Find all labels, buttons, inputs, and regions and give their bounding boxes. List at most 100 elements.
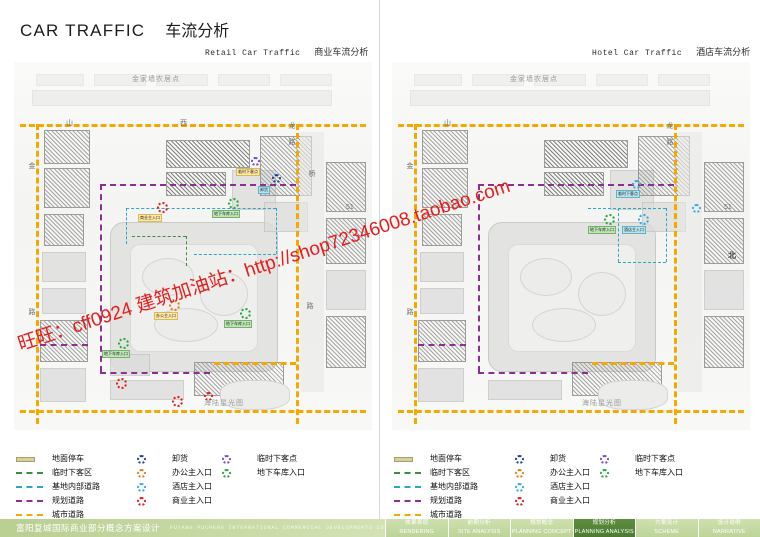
east-corridor [678, 132, 702, 392]
panel-divider [379, 0, 380, 520]
entry-tag: 地下车库入口 [588, 226, 616, 234]
legend-item-label: 基地内部道路 [430, 482, 478, 491]
street-label: 桥 [308, 170, 315, 179]
legend-item-label: 临时下客点 [635, 454, 675, 463]
entry-tag: 办公主入口 [154, 312, 178, 320]
legend-item-label: 临时下客区 [430, 468, 470, 477]
site-block [658, 74, 710, 86]
urban-fabric [40, 368, 86, 402]
page-title: CAR TRAFFIC 车流分析 [20, 17, 229, 41]
legend-item-label: 规划道路 [430, 496, 462, 505]
nav-tab-planning-concept[interactable]: 规划概念 PLANNING CONCEPT [510, 519, 573, 537]
nav-tab-planning-analysis[interactable]: 规划分析 PLANNING ANALYSIS [572, 519, 635, 537]
legend-ring-swatch [599, 468, 626, 478]
planned-road [100, 184, 102, 372]
legend-ring-swatch [136, 454, 163, 464]
city-road [674, 124, 677, 424]
entry-marker-loading [272, 174, 281, 183]
site-block [596, 74, 648, 86]
city-road [414, 124, 417, 424]
urban-fabric [704, 270, 744, 310]
city-road [592, 362, 674, 365]
road-line-icon [16, 514, 43, 516]
city-road [20, 410, 366, 413]
nav-tab-label-cn: 效果表现 [405, 520, 429, 527]
legend-solid-swatch [16, 456, 43, 462]
nav-tab-label-cn: 规划分析 [592, 520, 616, 527]
legend-column: 临时下客点地下车库入口 [599, 452, 739, 480]
legend-item: 酒店主入口 [514, 480, 624, 494]
nav-tab-rendering[interactable]: 效果表现 RENDERING [385, 519, 448, 537]
entry-marker-garage [604, 214, 615, 225]
legend-item-label: 地下车库入口 [257, 468, 305, 477]
legend-ring-swatch [514, 482, 541, 492]
nav-tab-scheme[interactable]: 方案设计 SCHEME [635, 519, 698, 537]
site-block [218, 74, 270, 86]
street-label: 山 [444, 120, 451, 127]
road-line-icon [16, 472, 43, 474]
inner-road [194, 254, 276, 255]
legend-item-label: 办公主入口 [550, 468, 590, 477]
inner-road [666, 208, 667, 262]
entry-marker-retail [172, 396, 183, 407]
legend-item: 地下车库入口 [221, 466, 361, 480]
entry-marker-icon [222, 468, 231, 478]
legend-item: 商业主入口 [136, 494, 246, 508]
urban-fabric [326, 218, 366, 264]
legend-item-label: 卸货 [172, 454, 188, 463]
entry-tag: 商业主入口 [138, 214, 162, 222]
nav-tab-label-en: SCHEME [654, 528, 680, 535]
legend-ring-swatch [136, 468, 163, 478]
tower-block [544, 140, 628, 168]
planned-road [100, 372, 210, 374]
section-nav[interactable]: 效果表现 RENDERING 前期分析 SITE ANALYSIS 规划概念 PLANNI… [385, 519, 760, 537]
nav-tab-label-cn: 方案设计 [655, 520, 679, 527]
legend-item-label: 临时下客点 [257, 454, 297, 463]
legend-ring-swatch [221, 468, 248, 478]
entry-marker-garage [118, 338, 129, 349]
legend-solid-swatch [394, 456, 421, 462]
right-caption-en: Hotel Car Traffic [592, 49, 683, 58]
street-label: 路 [288, 138, 295, 147]
legend-line-swatch [394, 486, 421, 488]
legend-item: 规划道路 [16, 494, 141, 508]
city-road [296, 124, 299, 424]
legend-item-label: 临时下客区 [52, 468, 92, 477]
street-label: 龙 [288, 122, 295, 131]
urban-fabric [42, 252, 86, 282]
entry-marker-hotel [638, 214, 649, 225]
legend-item-label: 商业主入口 [172, 496, 212, 505]
legend-item: 临时下客点 [221, 452, 361, 466]
compass-north-icon: 北 [728, 251, 736, 260]
nav-tab-narrative[interactable]: 设计说明 NARRATIVE [697, 519, 760, 537]
place-label-top: 金家墙农居点 [132, 76, 180, 83]
entry-marker-icon [137, 454, 146, 464]
legend-item-label: 酒店主入口 [172, 482, 212, 491]
planned-road [40, 344, 88, 346]
left-caption-en: Retail Car Traffic [205, 49, 301, 58]
legend-item-label: 地面停车 [52, 454, 84, 463]
legend-column: 临时下客点地下车库入口 [221, 452, 361, 480]
legend-item: 地下车库入口 [599, 466, 739, 480]
planned-road [478, 184, 674, 186]
nav-tab-label-en: PLANNING CONCEPT [511, 528, 572, 535]
urban-fabric [418, 368, 464, 402]
landscape-blob [532, 308, 596, 342]
entry-marker-retail [157, 202, 168, 213]
entry-marker-icon [137, 468, 146, 478]
urban-fabric [44, 214, 84, 246]
place-label-bottom: 海陆星光图 [582, 400, 622, 407]
urban-fabric [420, 252, 464, 282]
legend-item: 酒店主入口 [136, 480, 246, 494]
nav-tab-site-analysis[interactable]: 前期分析 SITE ANALYSIS [447, 519, 510, 537]
street-label: 51 [346, 204, 354, 211]
legend-item: 基地内部道路 [394, 480, 519, 494]
legend-item-label: 地面停车 [430, 454, 462, 463]
entry-marker-icon [137, 482, 146, 492]
legend-line-swatch [16, 514, 43, 516]
urban-fabric [422, 130, 468, 164]
inner-road [276, 208, 277, 254]
entry-tag: 临时下客点 [616, 190, 640, 198]
parking-swatch-icon [394, 456, 413, 462]
urban-fabric [704, 218, 744, 264]
